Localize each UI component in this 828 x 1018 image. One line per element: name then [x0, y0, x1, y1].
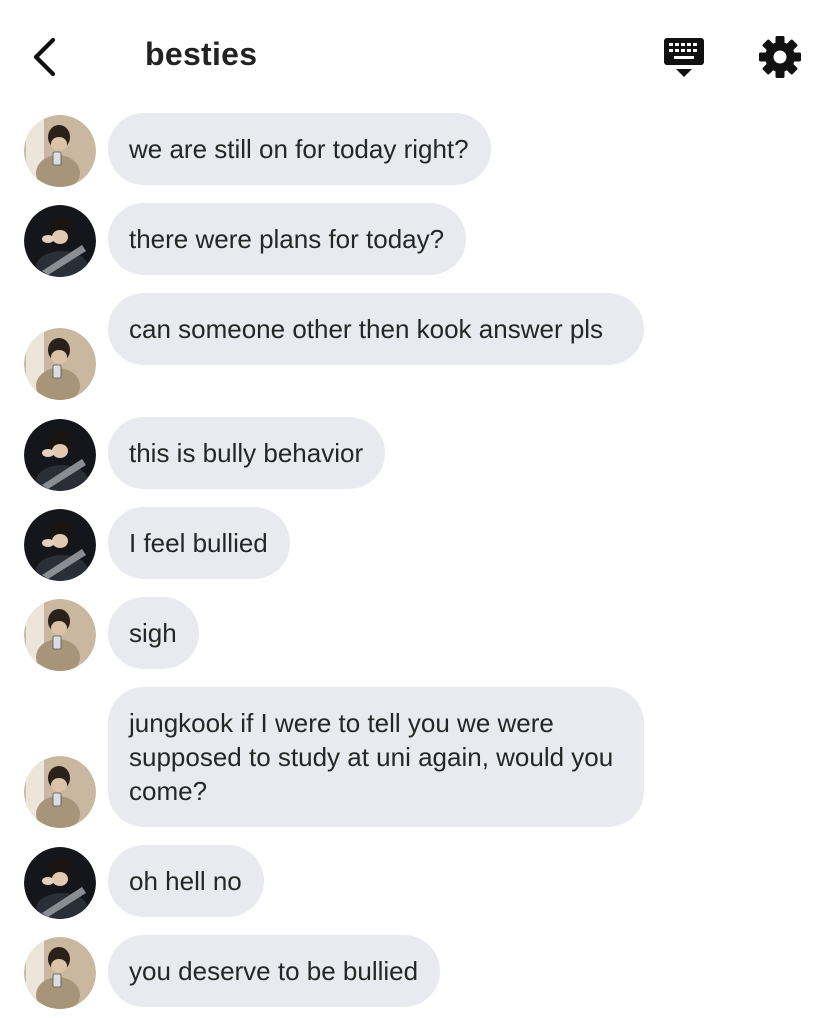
top-bar: besties	[0, 0, 828, 110]
avatar[interactable]	[24, 205, 96, 277]
keyboard-button[interactable]	[660, 36, 708, 80]
message-bubble: we are still on for today right?	[108, 113, 491, 185]
message-row: jungkook if I were to tell you we were s…	[0, 687, 828, 829]
avatar[interactable]	[24, 328, 96, 400]
avatar[interactable]	[24, 509, 96, 581]
avatar[interactable]	[24, 419, 96, 491]
message-row: there were plans for today?	[0, 203, 828, 277]
message-row: oh hell no	[0, 845, 828, 919]
settings-button[interactable]	[757, 34, 803, 80]
keyboard-icon	[664, 38, 704, 77]
message-row: I feel bullied	[0, 507, 828, 581]
message-bubble: this is bully behavior	[108, 417, 386, 489]
avatar[interactable]	[24, 115, 96, 187]
message-bubble: can someone other then kook answer pls	[108, 293, 644, 365]
back-button[interactable]	[26, 34, 66, 80]
chat-title: besties	[145, 36, 258, 72]
message-bubble: I feel bullied	[108, 507, 290, 579]
avatar[interactable]	[24, 756, 96, 828]
message-bubble: oh hell no	[108, 845, 264, 917]
message-bubble: you deserve to be bullied	[108, 935, 441, 1007]
message-row: this is bully behavior	[0, 417, 828, 491]
avatar[interactable]	[24, 847, 96, 919]
avatar[interactable]	[24, 937, 96, 1009]
message-row: you deserve to be bullied	[0, 935, 828, 1009]
message-bubble: there were plans for today?	[108, 203, 467, 275]
message-row: can someone other then kook answer pls	[0, 293, 828, 401]
gear-icon	[759, 36, 801, 78]
message-bubble: jungkook if I were to tell you we were s…	[108, 687, 644, 827]
message-row: we are still on for today right?	[0, 113, 828, 187]
message-bubble: sigh	[108, 597, 199, 669]
chevron-left-icon	[33, 37, 56, 77]
avatar[interactable]	[24, 599, 96, 671]
message-row: sigh	[0, 597, 828, 671]
